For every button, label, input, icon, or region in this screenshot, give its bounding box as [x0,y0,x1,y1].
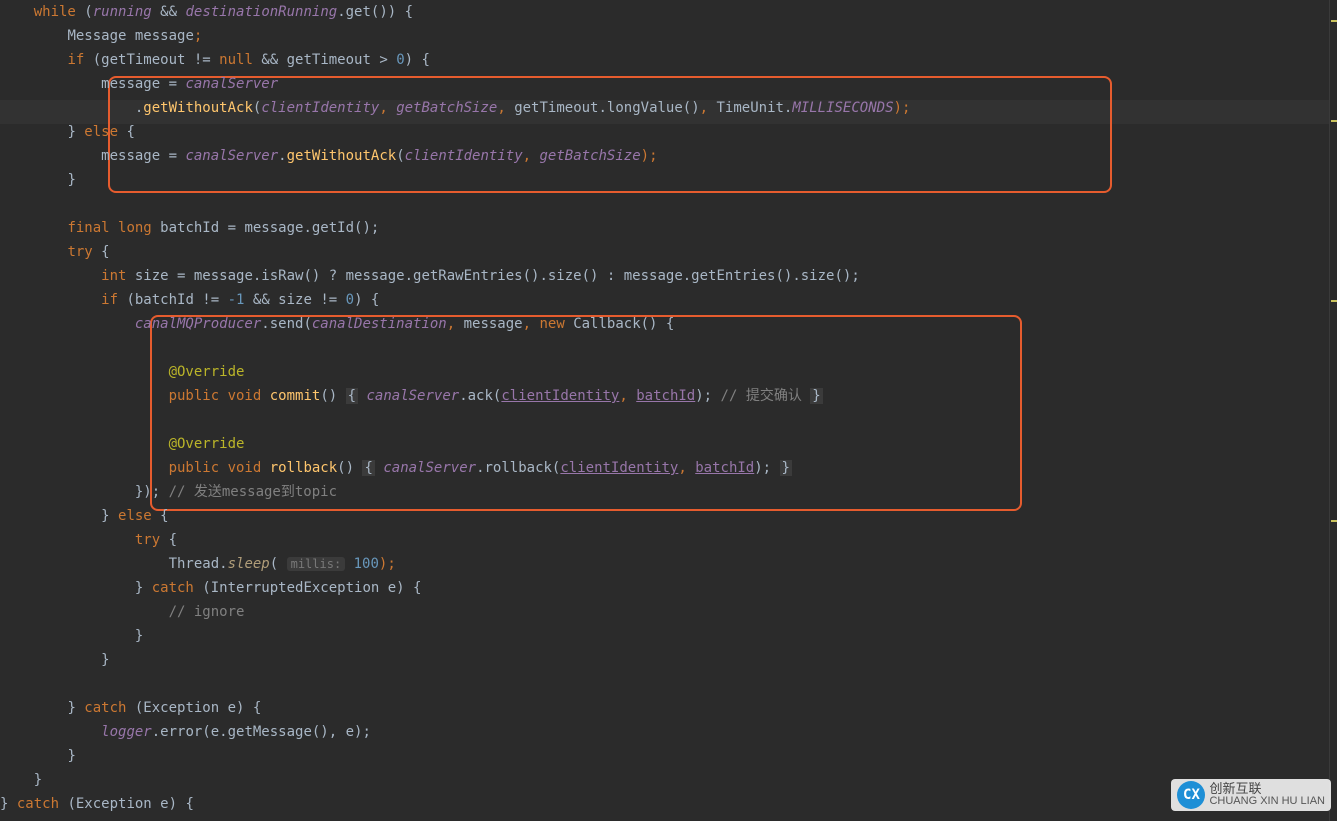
watermark-logo-icon: CX [1177,781,1205,809]
watermark-text: 创新互联 CHUANG XIN HU LIAN [1209,783,1325,807]
keyword-while: while [34,4,76,20]
warning-marker[interactable] [1331,520,1337,522]
marker-rail[interactable] [1329,0,1337,821]
code-block[interactable]: while (running && destinationRunning.get… [0,0,1337,816]
warning-marker[interactable] [1331,20,1337,22]
watermark: CX 创新互联 CHUANG XIN HU LIAN [1171,779,1331,811]
warning-marker[interactable] [1331,120,1337,122]
code-editor[interactable]: while (running && destinationRunning.get… [0,0,1337,821]
param-hint: millis: [287,557,346,571]
warning-marker[interactable] [1331,300,1337,302]
